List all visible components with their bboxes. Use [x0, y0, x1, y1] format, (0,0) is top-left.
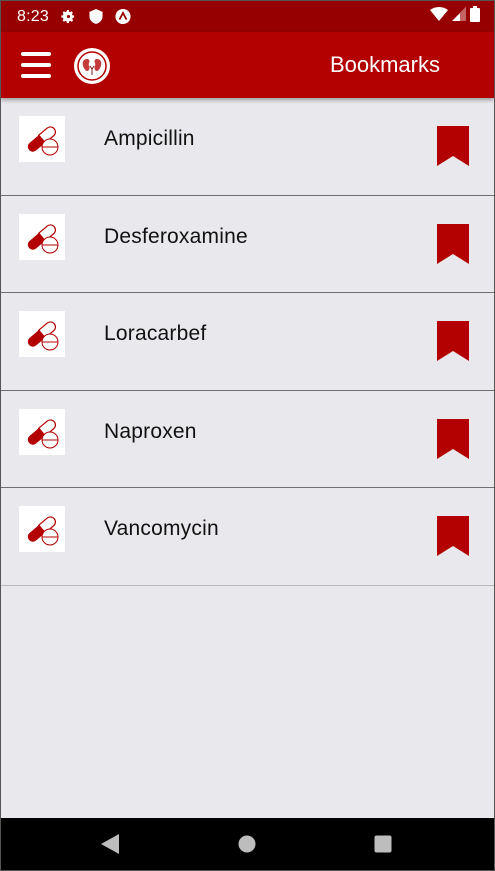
screen: 8:23 Bookmarks Ampicillin Desferoxamine …	[0, 0, 495, 871]
settings-gear-icon	[61, 9, 77, 25]
drug-name: Loracarbef	[104, 322, 207, 345]
status-bar: 8:23	[1, 1, 494, 32]
bookmark-icon[interactable]	[437, 126, 469, 166]
status-right-icons	[430, 1, 480, 32]
list-item-loracarbef[interactable]: Loracarbef	[1, 293, 494, 391]
drug-name: Vancomycin	[104, 517, 219, 540]
pill-capsule-icon	[19, 213, 65, 260]
drug-name: Naproxen	[104, 419, 197, 443]
signal-icon	[452, 7, 466, 26]
recents-icon[interactable]	[372, 833, 394, 855]
back-icon[interactable]	[99, 833, 121, 855]
kidney-logo-icon	[74, 48, 110, 84]
pill-capsule-icon	[19, 311, 65, 357]
list-item-naproxen[interactable]: Naproxen	[1, 390, 494, 488]
page-title: Bookmarks	[329, 52, 440, 77]
shield-icon	[88, 9, 104, 25]
bookmark-icon[interactable]	[437, 418, 469, 459]
home-icon[interactable]	[236, 833, 258, 855]
bookmark-icon[interactable]	[437, 321, 469, 361]
status-time: 8:23	[17, 7, 49, 25]
bookmark-list: Ampicillin Desferoxamine Loracarbef Napr…	[1, 98, 494, 586]
wifi-icon	[430, 7, 448, 26]
list-item-desferoxamine[interactable]: Desferoxamine	[1, 195, 494, 293]
drug-name: Desferoxamine	[104, 224, 248, 248]
pill-capsule-icon	[19, 408, 65, 455]
pill-capsule-icon	[19, 506, 65, 552]
bookmark-icon[interactable]	[437, 516, 469, 556]
app-bar: Bookmarks	[1, 32, 494, 98]
pill-capsule-icon	[19, 116, 65, 162]
drug-name: Ampicillin	[104, 127, 195, 150]
hamburger-menu-icon[interactable]	[21, 52, 53, 78]
navigation-bar	[1, 818, 494, 870]
bookmark-icon[interactable]	[437, 223, 469, 264]
battery-icon	[470, 6, 480, 27]
vpn-icon	[115, 8, 131, 25]
list-item-ampicillin[interactable]: Ampicillin	[1, 98, 494, 196]
list-item-vancomycin[interactable]: Vancomycin	[1, 488, 494, 586]
